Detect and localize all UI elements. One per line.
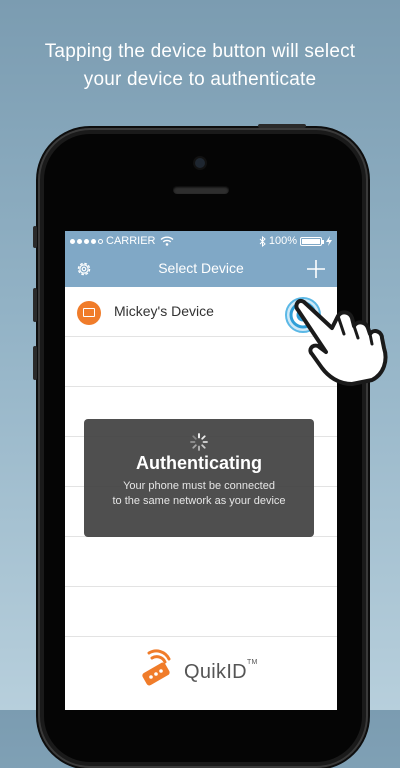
- dialog-message-line-2: to the same network as your device: [112, 495, 286, 507]
- page-title: Select Device: [158, 260, 244, 276]
- wifi-icon: [160, 236, 173, 246]
- plus-icon[interactable]: [305, 258, 327, 280]
- empty-row: [65, 587, 337, 637]
- volume-up-button: [33, 288, 37, 322]
- battery-icon: [300, 236, 324, 246]
- bluetooth-icon: [259, 235, 266, 247]
- caption: Tapping the device button will select yo…: [0, 38, 400, 94]
- spinner-icon: [190, 433, 208, 451]
- signal-strength: [70, 238, 103, 244]
- caption-line-1: Tapping the device button will select: [44, 41, 356, 62]
- caption-line-2: your device to authenticate: [83, 69, 317, 90]
- device-name: Mickey's Device: [114, 303, 214, 319]
- authenticating-dialog: Authenticating Your phone must be connec…: [84, 419, 314, 537]
- nav-bar: Select Device: [65, 251, 337, 287]
- status-bar: CARRIER 100%: [65, 231, 337, 251]
- mute-switch: [33, 226, 37, 248]
- dialog-message-line-1: Your phone must be connected: [123, 480, 275, 492]
- earpiece-speaker: [173, 186, 229, 194]
- dialog-message: Your phone must be connected to the same…: [84, 479, 314, 509]
- empty-row: [65, 537, 337, 587]
- charging-icon: [326, 236, 332, 246]
- quikid-logo-icon: [142, 649, 171, 686]
- pointing-hand-icon: [294, 299, 388, 386]
- carrier-label: CARRIER: [106, 235, 156, 247]
- brand-name: QuikIDTM: [184, 659, 258, 683]
- brand-logo: QuikIDTM: [139, 645, 279, 695]
- tv-icon: [77, 301, 101, 325]
- power-button: [258, 124, 306, 128]
- dialog-title: Authenticating: [136, 453, 262, 473]
- volume-down-button: [33, 346, 37, 380]
- front-camera: [195, 158, 205, 168]
- trademark: TM: [246, 659, 258, 666]
- battery-percent: 100%: [268, 235, 297, 247]
